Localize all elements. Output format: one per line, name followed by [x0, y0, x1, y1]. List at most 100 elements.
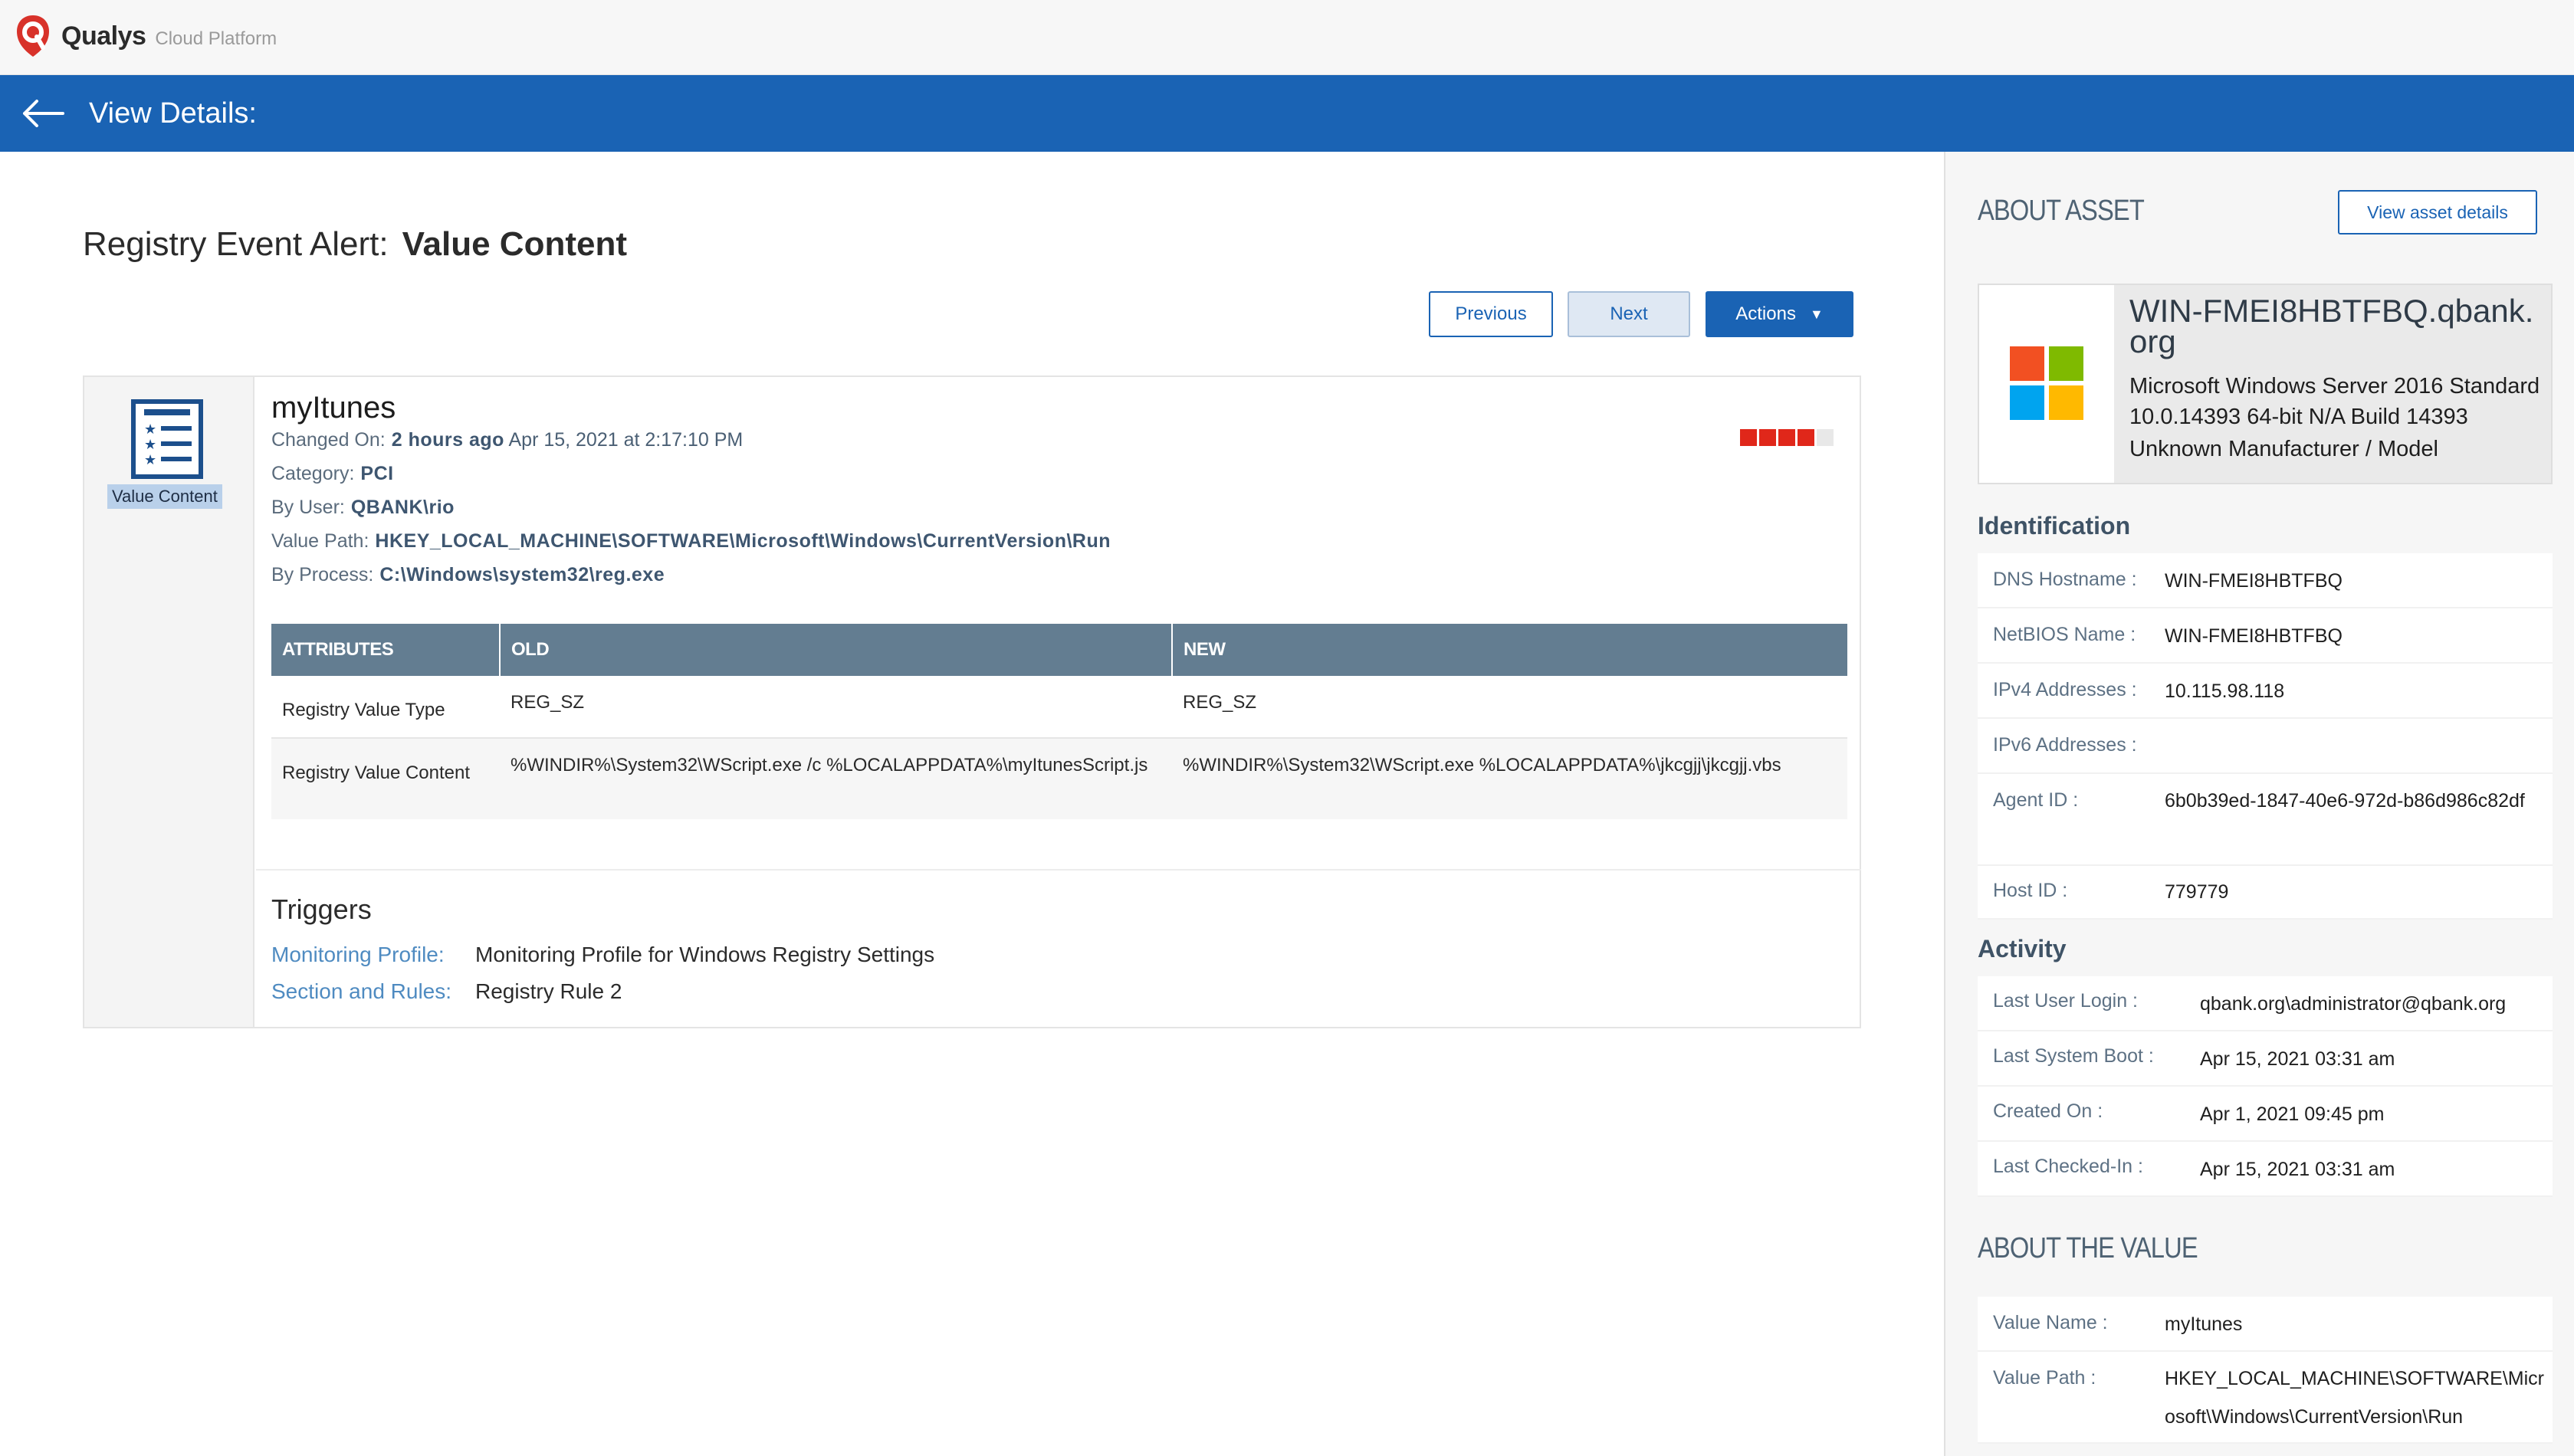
actions-button[interactable]: Actions ▼ [1706, 291, 1853, 337]
identification-label: IPv6 Addresses : [1993, 734, 2137, 756]
identification-row: IPv6 Addresses : [1978, 719, 2553, 774]
severity-box [1817, 429, 1834, 446]
severity-box [1759, 429, 1776, 446]
identification-label: NetBIOS Name : [1993, 624, 2136, 645]
value-path-label: Value Path: [271, 530, 369, 552]
changed-on-label: Changed On: [271, 429, 386, 451]
activity-row: Last System Boot : Apr 15, 2021 03:31 am [1978, 1031, 2553, 1087]
changed-on-line: Changed On: 2 hours ago Apr 15, 2021 at 2… [271, 429, 743, 451]
column-header: New [1172, 624, 1847, 676]
page-title: Registry Event Alert: Value Content [83, 225, 627, 264]
monitoring-profile-value: Monitoring Profile for Windows Registry … [475, 943, 935, 966]
user-value: QBANK\rio [350, 497, 455, 518]
main-content: Registry Event Alert: Value Content Previ… [0, 152, 1944, 1456]
identification-value: WIN-FMEI8HBTFBQ [2165, 625, 2343, 647]
page-title-prefix: Registry Event Alert: [83, 225, 389, 263]
asset-manufacturer: Unknown Manufacturer / Model [2129, 437, 2438, 461]
identification-row: DNS Hostname : WIN-FMEI8HBTFBQ [1978, 553, 2553, 608]
activity-value: qbank.org\administrator@qbank.org [2200, 993, 2507, 1015]
brand-name: Qualys [61, 21, 146, 51]
identification-value: 6b0b39ed-1847-40e6-972d-b86d986c82df [2165, 790, 2525, 812]
monitoring-profile-line: Monitoring Profile: Monitoring Profile f… [271, 943, 934, 967]
process-value: C:\Windows\system32\reg.exe [379, 564, 665, 585]
activity-label: Last System Boot : [1993, 1045, 2154, 1067]
activity-value: Apr 15, 2021 03:31 am [2200, 1159, 2395, 1180]
identification-value: 10.115.98.118 [2165, 680, 2285, 702]
product-name: Cloud Platform [155, 28, 277, 49]
svg-text:★: ★ [144, 452, 156, 468]
identification-title: Identification [1978, 512, 2131, 539]
value-label: Value Name : [1993, 1312, 2108, 1333]
view-asset-details-button[interactable]: View asset details [2338, 190, 2537, 234]
next-button[interactable]: Next [1568, 291, 1690, 337]
activity-label: Last User Login : [1993, 990, 2139, 1012]
previous-button[interactable]: Previous [1429, 291, 1553, 337]
new-value-cell: %WINDIR%\System32\WScript.exe %LOCALAPPD… [1172, 738, 1847, 819]
identification-label: Host ID : [1993, 880, 2068, 901]
value-value: HKEY_LOCAL_MACHINE\SOFTWARE\Microsoft\Wi… [2165, 1368, 2544, 1428]
value-row: Value Path : HKEY_LOCAL_MACHINE\SOFTWARE… [1978, 1352, 2553, 1444]
activity-row: Created On : Apr 1, 2021 09:45 pm [1978, 1087, 2553, 1142]
changed-on-relative: 2 hours ago [391, 429, 504, 451]
user-line: By User: QBANK\rio [271, 497, 455, 519]
svg-text:★: ★ [144, 421, 156, 438]
changed-on-date: Apr 15, 2021 at 2:17:10 PM [508, 429, 744, 451]
severity-box [1798, 429, 1814, 446]
identification-row: Host ID : 779779 [1978, 866, 2553, 920]
section-rules-line: Section and Rules: Registry Rule 2 [271, 979, 622, 1004]
about-asset-title: ABOUT ASSET [1978, 195, 2145, 227]
severity-box [1740, 429, 1757, 446]
severity-indicator [1740, 429, 1834, 446]
activity-title: Activity [1978, 935, 2067, 962]
checklist-document-icon: ★ ★ ★ [131, 399, 203, 479]
activity-row: Last User Login : qbank.org\administrato… [1978, 976, 2553, 1031]
value-path-line: Value Path: HKEY_LOCAL_MACHINE\SOFTWARE\M… [271, 530, 1111, 553]
identification-label: DNS Hostname : [1993, 569, 2137, 590]
page-header: View Details: [0, 75, 2574, 152]
page-title-strong: Value Content [402, 225, 627, 263]
header-title: View Details: [89, 97, 257, 130]
asset-os-logo [1979, 285, 2114, 483]
asset-summary-card: WIN-FMEI8HBTFBQ.qbank.org Microsoft Wind… [1978, 284, 2553, 484]
table-header-row: Attributes Old New [271, 624, 1847, 676]
event-type-label: Value Content [107, 484, 222, 509]
actions-label: Actions [1735, 303, 1796, 324]
process-line: By Process: C:\Windows\system32\reg.exe [271, 564, 665, 586]
category-line: Category: PCI [271, 463, 394, 485]
activity-value: Apr 15, 2021 03:31 am [2200, 1048, 2395, 1070]
event-type-panel: ★ ★ ★ Value Content [84, 377, 254, 1027]
old-value-cell: REG_SZ [500, 676, 1172, 739]
old-value-cell: %WINDIR%\System32\WScript.exe /c %LOCALA… [500, 738, 1172, 819]
value-path-value: HKEY_LOCAL_MACHINE\SOFTWARE\Microsoft\Wi… [375, 530, 1111, 552]
attribute-cell: Registry Value Type [271, 676, 500, 739]
identification-label: Agent ID : [1993, 789, 2079, 811]
activity-value: Apr 1, 2021 09:45 pm [2200, 1103, 2385, 1125]
activity-label: Last Checked-In : [1993, 1156, 2143, 1177]
table-row: Registry Value Type REG_SZ REG_SZ [271, 676, 1847, 739]
caret-down-icon: ▼ [1809, 306, 1824, 322]
process-label: By Process: [271, 564, 374, 585]
windows-logo-icon [2010, 346, 2083, 420]
qualys-logo[interactable]: Qualys Cloud Platform [14, 14, 277, 58]
qualys-shield-icon [17, 15, 49, 57]
new-value-cell: REG_SZ [1172, 676, 1847, 739]
about-value-title: ABOUT THE VALUE [1978, 1232, 2198, 1264]
identification-value: WIN-FMEI8HBTFBQ [2165, 570, 2343, 592]
asset-sidebar[interactable]: ABOUT ASSET View asset details WIN-FMEI8… [1944, 152, 2574, 1456]
event-card: ★ ★ ★ Value Content myItunes Changed On:… [83, 375, 1861, 1028]
category-value: PCI [360, 463, 394, 484]
column-header: Old [500, 624, 1173, 676]
asset-os: Microsoft Windows Server 2016 Standard 1… [2129, 374, 2540, 429]
section-rules-value: Registry Rule 2 [475, 979, 622, 1003]
column-header: Attributes [271, 624, 501, 676]
category-label: Category: [271, 463, 355, 484]
asset-name: WIN-FMEI8HBTFBQ.qbank.org [2129, 293, 2534, 359]
arrow-left-icon[interactable] [20, 98, 66, 129]
triggers-title: Triggers [271, 894, 372, 925]
value-value: myItunes [2165, 1313, 2243, 1335]
user-label: By User: [271, 497, 345, 518]
activity-row: Last Checked-In : Apr 15, 2021 03:31 am [1978, 1142, 2553, 1197]
identification-row: IPv4 Addresses : 10.115.98.118 [1978, 664, 2553, 719]
identification-row: NetBIOS Name : WIN-FMEI8HBTFBQ [1978, 608, 2553, 664]
event-name: myItunes [271, 391, 396, 425]
